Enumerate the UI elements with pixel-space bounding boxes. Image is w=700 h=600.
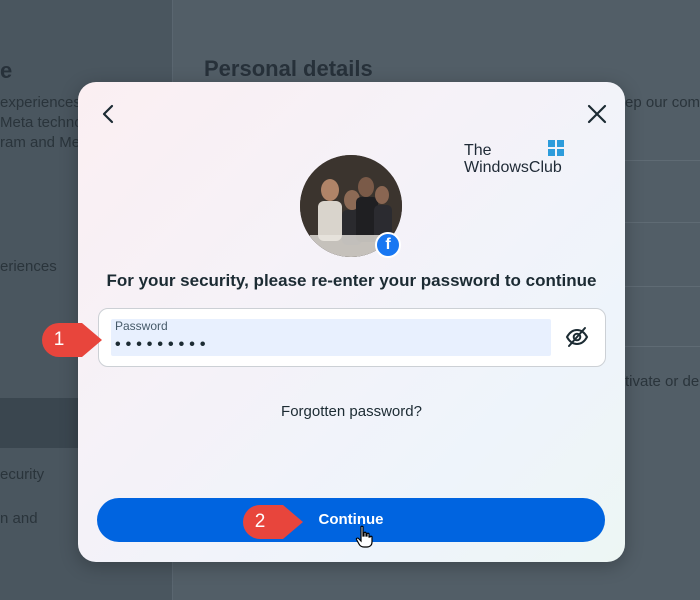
password-label: Password: [115, 319, 168, 333]
background-row-divider: [625, 222, 700, 223]
step-callout-1: 1: [42, 323, 102, 357]
background-sidebar-line-1: experiences: [0, 94, 81, 111]
continue-button[interactable]: Continue: [97, 498, 605, 542]
background-sidebar-item-2: ecurity: [0, 466, 45, 483]
background-sidebar-item-1: eriences: [0, 258, 57, 275]
background-main-snippet-2: tivate or de: [625, 373, 700, 390]
facebook-icon: f: [375, 232, 401, 258]
back-button[interactable]: [97, 102, 121, 126]
background-row-divider: [625, 160, 700, 161]
toggle-password-visibility-button[interactable]: [565, 325, 589, 349]
background-sidebar-item-3: n and: [0, 510, 38, 527]
callout-number-2: 2: [254, 511, 266, 532]
background-row-divider: [625, 286, 700, 287]
windows-logo-icon: [548, 140, 564, 156]
background-sidebar-line-3: ram and Me: [0, 134, 81, 151]
background-sidebar-heading: e: [0, 58, 13, 83]
close-icon: [587, 104, 607, 124]
password-field[interactable]: Password •••••••••: [98, 308, 606, 367]
chevron-left-icon: [102, 104, 114, 124]
background-main-snippet-1: ep our com: [625, 94, 700, 111]
password-input[interactable]: Password •••••••••: [111, 319, 551, 356]
security-prompt: For your security, please re-enter your …: [106, 271, 597, 290]
callout-number-1: 1: [53, 329, 65, 350]
close-button[interactable]: [585, 102, 609, 126]
step-callout-2: 2: [243, 505, 303, 539]
password-value: •••••••••: [113, 336, 209, 354]
background-sidebar-selected: [0, 398, 78, 448]
watermark-line-2: WindowsClub: [464, 159, 562, 176]
background-row-divider: [625, 346, 700, 347]
eye-off-icon: [565, 327, 589, 347]
background-sidebar-line-2: Meta techno: [0, 114, 83, 131]
forgotten-password-link[interactable]: Forgotten password?: [78, 403, 625, 420]
hand-cursor-icon: [355, 525, 373, 548]
background-main-heading: Personal details: [204, 56, 373, 81]
reauth-dialog: f The WindowsClub For your security, ple…: [78, 82, 625, 562]
